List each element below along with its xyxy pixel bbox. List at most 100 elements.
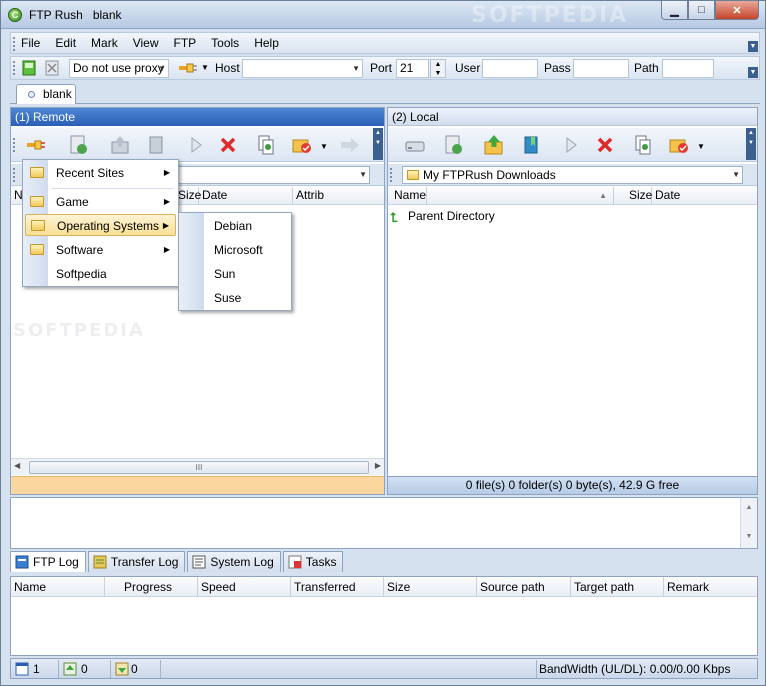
drive-icon[interactable] <box>404 134 426 156</box>
toolbar-options-icon[interactable]: ▲ ▼ <box>373 128 383 160</box>
proxy-value: Do not use proxy <box>73 61 164 75</box>
menu-help[interactable]: Help <box>254 36 279 50</box>
chevron-down-icon: ▼ <box>732 170 740 179</box>
queue-col-size[interactable]: Size <box>384 577 477 597</box>
parent-folder-icon[interactable] <box>109 134 131 156</box>
port-stepper[interactable]: ▲ ▼ <box>430 59 446 78</box>
chevron-down-icon[interactable]: ▼ <box>320 142 328 151</box>
col-name[interactable]: Name ▲ <box>388 187 614 205</box>
queue-col-name[interactable]: Name <box>11 577 105 597</box>
transfer-queue: Name Progress Speed Transferred Size Sou… <box>10 576 758 656</box>
list-item[interactable]: ⮤ Parent Directory <box>390 207 495 225</box>
log-output[interactable]: ▲ ▼ <box>10 497 758 549</box>
toolbar-options-icon[interactable]: ▲ ▼ <box>746 128 756 160</box>
tab-tasks[interactable]: Tasks <box>282 551 344 572</box>
file-name: Parent Directory <box>408 209 495 223</box>
col-date[interactable]: Date <box>652 187 759 205</box>
pass-input[interactable] <box>573 59 629 78</box>
col-attrib[interactable]: Attrib <box>293 187 386 205</box>
submenu-item-debian[interactable]: Debian <box>181 215 289 237</box>
log-vertical-scrollbar[interactable]: ▲ ▼ <box>740 498 757 548</box>
queue-col-speed[interactable]: Speed <box>198 577 291 597</box>
plug-icon[interactable] <box>177 60 199 76</box>
queue-col-remark[interactable]: Remark <box>664 577 759 597</box>
queue-col-target-path[interactable]: Target path <box>571 577 664 597</box>
transfer-arrow-icon[interactable] <box>339 134 361 156</box>
operating-systems-submenu: Debian Microsoft Sun Suse <box>178 212 292 311</box>
menu-item-softpedia[interactable]: Softpedia <box>25 263 176 285</box>
menu-separator <box>52 188 174 189</box>
tab-ftp-log[interactable]: FTP Log <box>10 551 86 572</box>
menu-mark[interactable]: Mark <box>91 36 118 50</box>
submenu-arrow-icon: ▶ <box>163 168 170 177</box>
submenu-item-microsoft[interactable]: Microsoft <box>181 239 289 261</box>
bookmark-icon[interactable] <box>520 134 542 156</box>
menu-tools[interactable]: Tools <box>211 36 239 50</box>
path-input[interactable] <box>662 59 714 78</box>
connect-icon[interactable] <box>21 60 37 76</box>
user-input[interactable] <box>482 59 538 78</box>
grip-icon[interactable] <box>390 168 393 182</box>
queue-col-transferred[interactable]: Transferred <box>291 577 384 597</box>
status-downloads: 0 <box>111 660 161 678</box>
menu-item-game[interactable]: Game ▶ <box>25 191 176 213</box>
grip-icon[interactable] <box>13 168 16 182</box>
menu-item-label: Operating Systems <box>57 219 160 233</box>
play-icon[interactable] <box>560 134 582 156</box>
menu-edit[interactable]: Edit <box>55 36 76 50</box>
grip-icon[interactable] <box>13 61 16 75</box>
copy-icon[interactable] <box>255 134 277 156</box>
play-icon[interactable] <box>185 134 207 156</box>
grip-icon[interactable] <box>13 37 16 51</box>
minimize-button[interactable]: ▁ <box>661 1 688 20</box>
remote-horizontal-scrollbar[interactable]: ◀ III ▶ <box>11 458 384 475</box>
host-input[interactable]: ▼ <box>242 59 363 78</box>
menu-item-operating-systems[interactable]: Operating Systems ▶ <box>25 214 176 236</box>
session-tabs: blank <box>10 82 760 104</box>
submenu-item-suse[interactable]: Suse <box>181 287 289 309</box>
copy-icon[interactable] <box>632 134 654 156</box>
queue-col-progress[interactable]: Progress <box>105 577 198 597</box>
queue-col-source-path[interactable]: Source path <box>477 577 571 597</box>
mark-folder-icon[interactable] <box>668 134 690 156</box>
tab-transfer-log[interactable]: Transfer Log <box>87 551 186 572</box>
chevron-down-icon[interactable]: ▼ <box>201 63 209 72</box>
tab-blank[interactable]: blank <box>16 84 76 104</box>
port-input[interactable]: 21 <box>396 59 429 78</box>
proxy-select[interactable]: Do not use proxy ▼ <box>69 59 169 78</box>
scroll-up-icon[interactable]: ▲ <box>741 504 757 511</box>
port-value: 21 <box>400 61 414 75</box>
disconnect-icon[interactable] <box>44 60 60 76</box>
scroll-thumb[interactable]: III <box>29 461 369 474</box>
close-button[interactable]: ✕ <box>715 1 759 20</box>
refresh-icon[interactable] <box>67 134 89 156</box>
stop-icon[interactable] <box>217 134 239 156</box>
refresh-icon[interactable] <box>442 134 464 156</box>
local-path-input[interactable]: My FTPRush Downloads ▼ <box>402 166 743 184</box>
remote-panel-title[interactable]: (1) Remote <box>11 108 384 126</box>
menu-view[interactable]: View <box>133 36 159 50</box>
bookmark-icon[interactable] <box>145 134 167 156</box>
submenu-item-sun[interactable]: Sun <box>181 263 289 285</box>
chevron-down-icon[interactable]: ▼ <box>697 142 705 151</box>
tab-system-log[interactable]: System Log <box>187 551 281 572</box>
menu-item-recent-sites[interactable]: Recent Sites ▶ <box>25 162 176 184</box>
mark-folder-icon[interactable] <box>291 134 313 156</box>
col-size[interactable]: Size <box>626 187 652 205</box>
menu-item-software[interactable]: Software ▶ <box>25 239 176 261</box>
maximize-button[interactable]: □ <box>688 1 715 20</box>
title-bar[interactable]: C FTP Rush blank SOFTPEDIA ▁ □ ✕ <box>1 1 765 29</box>
local-panel-title[interactable]: (2) Local <box>388 108 757 126</box>
plug-icon[interactable] <box>25 134 47 156</box>
scroll-down-icon[interactable]: ▼ <box>741 533 757 540</box>
menu-ftp[interactable]: FTP <box>174 36 197 50</box>
stop-icon[interactable] <box>594 134 616 156</box>
toolbar-options-icon[interactable]: ▼ <box>748 41 758 52</box>
scroll-left-icon[interactable]: ◀ <box>14 461 20 470</box>
parent-folder-icon[interactable] <box>483 134 505 156</box>
grip-icon[interactable] <box>13 138 16 152</box>
menu-file[interactable]: File <box>21 36 40 50</box>
col-date[interactable]: Date <box>199 187 293 205</box>
toolbar-options-icon[interactable]: ▼ <box>748 67 758 78</box>
scroll-right-icon[interactable]: ▶ <box>375 461 381 470</box>
